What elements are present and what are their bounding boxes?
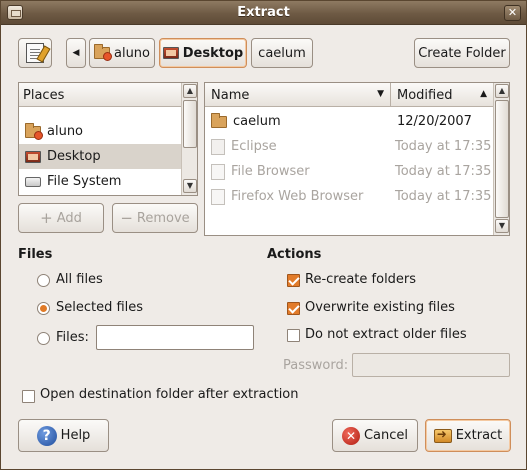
scroll-up-icon[interactable]: ▲ (495, 84, 509, 98)
window-title: Extract (237, 5, 290, 20)
extract-dialog: Extract ✕ ◀ aluno Desktop caelum Create … (0, 0, 527, 470)
help-label: Help (60, 428, 91, 443)
file-icon (211, 163, 225, 180)
pathbar-crumb-aluno[interactable]: aluno (89, 38, 155, 68)
file-name: caelum (233, 114, 281, 129)
add-label: Add (56, 210, 82, 226)
places-pane: Places aluno Desktop File System ▲ ▼ (18, 82, 198, 196)
file-modified: Today at 17:35 (395, 164, 492, 179)
column-modified-label: Modified (397, 88, 453, 103)
extract-label: Extract (455, 428, 503, 443)
places-header-label: Places (23, 88, 65, 103)
scroll-down-icon[interactable]: ▼ (495, 219, 509, 233)
home-folder-icon (25, 122, 43, 140)
crumb-label: aluno (113, 45, 150, 61)
no-older-files-checkbox[interactable] (287, 329, 300, 342)
file-name: File Browser (231, 164, 310, 179)
edit-location-button[interactable] (18, 38, 52, 68)
files-pattern-radio[interactable] (37, 332, 50, 345)
create-folder-label: Create Folder (418, 45, 506, 61)
places-item-file-system[interactable]: File System (19, 169, 181, 194)
plus-icon: + (40, 209, 53, 227)
file-name: Firefox Web Browser (231, 189, 364, 204)
drive-icon (25, 176, 41, 187)
column-name-header[interactable]: Name ▼ (205, 83, 391, 107)
remove-bookmark-button[interactable]: − Remove (112, 203, 198, 233)
remove-label: Remove (136, 210, 190, 226)
edit-icon (26, 43, 44, 63)
files-pattern-label[interactable]: Files: (56, 330, 89, 345)
create-folder-button[interactable]: Create Folder (414, 38, 510, 68)
file-icon (211, 138, 225, 155)
sort-up-icon: ▲ (480, 89, 487, 99)
scroll-up-icon[interactable]: ▲ (183, 84, 197, 98)
crumb-label: Desktop (182, 45, 244, 61)
file-row-file-browser[interactable]: File Browser Today at 17:35 (205, 159, 493, 184)
minus-icon: − (120, 209, 133, 227)
places-header[interactable]: Places (19, 83, 181, 107)
open-destination-label[interactable]: Open destination folder after extraction (40, 387, 299, 402)
places-item-aluno[interactable]: aluno (19, 119, 181, 144)
file-row-eclipse[interactable]: Eclipse Today at 17:35 (205, 134, 493, 159)
places-item-desktop[interactable]: Desktop (19, 144, 181, 169)
file-modified: 12/20/2007 (397, 114, 472, 129)
overwrite-files-checkbox[interactable] (287, 302, 300, 315)
desktop-icon (25, 150, 41, 163)
desktop-icon (162, 47, 179, 59)
selected-files-radio[interactable] (37, 302, 50, 315)
sort-down-icon: ▼ (377, 89, 384, 99)
add-bookmark-button[interactable]: + Add (18, 203, 104, 233)
no-older-files-label[interactable]: Do not extract older files (305, 327, 467, 342)
places-item-label: aluno (47, 124, 84, 139)
cancel-icon: ✕ (341, 426, 360, 445)
all-files-label[interactable]: All files (56, 272, 103, 287)
column-modified-header[interactable]: Modified ▲ (391, 83, 493, 107)
places-scrollbar[interactable]: ▲ ▼ (181, 83, 197, 195)
scroll-thumb[interactable] (183, 100, 197, 148)
places-item-label: File System (47, 174, 122, 189)
file-name: Eclipse (231, 139, 277, 154)
file-row-firefox[interactable]: Firefox Web Browser Today at 17:35 (205, 184, 493, 209)
pathbar-crumb-caelum[interactable]: caelum (251, 38, 313, 68)
scroll-thumb[interactable] (495, 100, 509, 218)
extract-icon (433, 427, 452, 443)
places-item-label: Desktop (47, 149, 101, 164)
home-folder-icon (93, 44, 112, 61)
file-modified: Today at 17:35 (395, 189, 492, 204)
file-modified: Today at 17:35 (395, 139, 492, 154)
title-bar: Extract ✕ (1, 1, 526, 25)
actions-section-title: Actions (267, 247, 322, 262)
file-row-caelum[interactable]: caelum 12/20/2007 (205, 109, 493, 134)
pathbar-crumb-desktop[interactable]: Desktop (159, 38, 247, 68)
overwrite-files-label[interactable]: Overwrite existing files (305, 300, 455, 315)
folder-icon (211, 112, 227, 128)
file-icon (211, 188, 225, 205)
file-list-header: Name ▼ Modified ▲ (205, 83, 493, 107)
close-icon[interactable]: ✕ (504, 5, 521, 21)
help-button[interactable]: ? Help (18, 419, 109, 452)
open-destination-checkbox[interactable] (22, 390, 35, 403)
left-arrow-icon: ◀ (72, 48, 80, 58)
password-label: Password: (283, 358, 349, 373)
help-icon: ? (36, 425, 57, 446)
selected-files-label[interactable]: Selected files (56, 300, 143, 315)
recreate-folders-checkbox[interactable] (287, 274, 300, 287)
cancel-label: Cancel (363, 428, 409, 443)
file-list-scrollbar[interactable]: ▲ ▼ (493, 83, 509, 235)
files-section-title: Files (18, 247, 53, 262)
file-list-pane: Name ▼ Modified ▲ caelum 12/20/2007 Ecli… (204, 82, 510, 236)
all-files-radio[interactable] (37, 274, 50, 287)
column-name-label: Name (211, 88, 250, 103)
scroll-down-icon[interactable]: ▼ (183, 179, 197, 193)
crumb-label: caelum (258, 45, 306, 61)
cancel-button[interactable]: ✕ Cancel (332, 419, 418, 452)
password-input[interactable] (352, 353, 510, 377)
extract-button[interactable]: Extract (425, 419, 511, 452)
files-pattern-input[interactable] (96, 325, 254, 350)
pathbar-back-button[interactable]: ◀ (66, 38, 86, 68)
recreate-folders-label[interactable]: Re-create folders (305, 272, 416, 287)
